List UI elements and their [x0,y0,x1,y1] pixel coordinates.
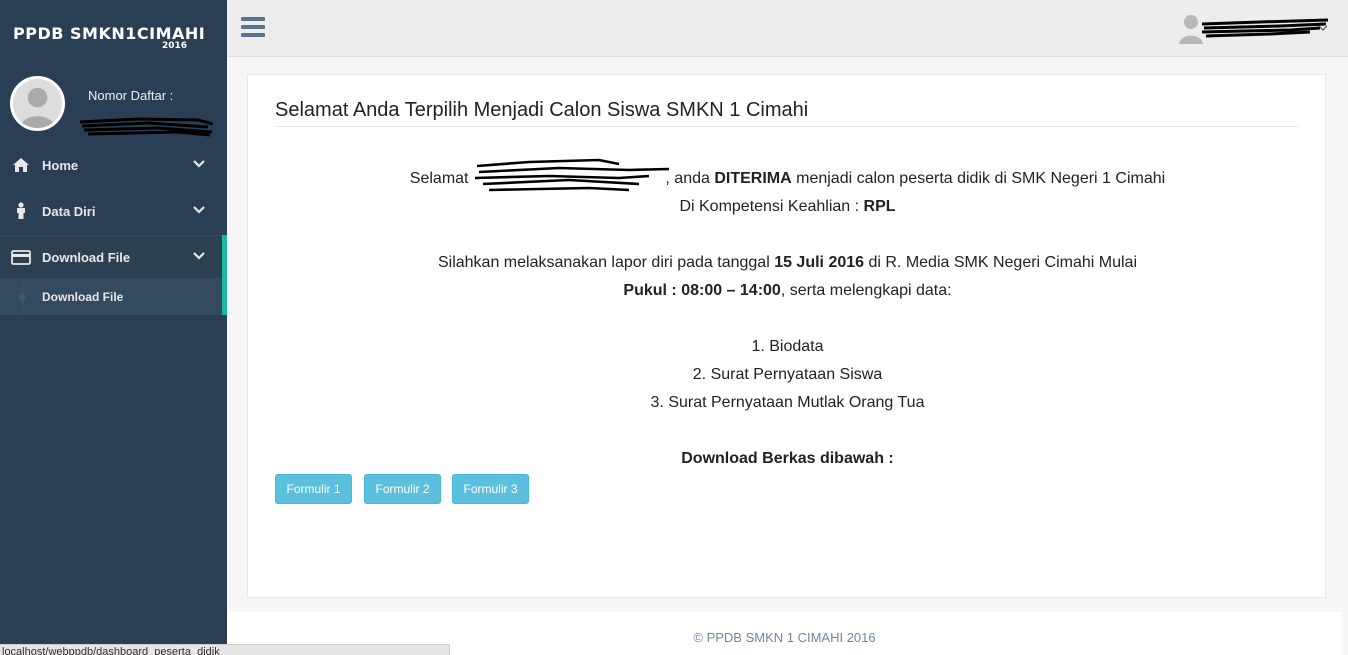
competency-value: RPL [863,198,896,215]
sidebar-item-home[interactable]: Home [0,143,227,187]
text-anda: , anda [665,170,715,188]
report-line: Silahkan melaksanakan lapor diri pada ta… [248,254,1327,272]
download-heading: Download Berkas dibawah : [681,450,894,467]
report-date: 15 Juli 2016 [774,254,865,271]
home-icon [11,156,31,174]
profile-label: Nomor Daftar : [88,88,174,103]
text-accepted-tail: menjadi calon peserta didik di SMK Neger… [791,170,1166,188]
sidebar-item-label: Data Diri [42,203,96,219]
main-panel: Selamat Anda Terpilih Menjadi Calon Sisw… [247,74,1326,598]
submenu-item-download-file[interactable]: Download File [0,278,227,315]
credit-card-icon [11,248,31,266]
top-navbar [227,0,1348,57]
list-item: 1. Biodata [751,338,824,355]
formulir-3-button[interactable]: Formulir 3 [452,474,529,504]
formulir-2-button[interactable]: Formulir 2 [364,474,441,504]
user-silhouette-icon [13,79,62,128]
submenu-item-label: Download File [42,290,124,304]
sidebar-item-label: Home [42,157,79,173]
sidebar-item-download-file[interactable]: Download File [0,235,227,279]
formulir-1-button[interactable]: Formulir 1 [275,474,352,504]
sidebar: PPDB SMKN1CIMAHI 2016 Nomor Daftar : Hom… [0,0,227,655]
user-icon [11,202,31,220]
status-diterima: DITERIMA [714,170,792,188]
brand-year: 2016 [162,41,188,51]
divider [275,126,1299,127]
submenu-bullet [19,294,26,301]
redacted-username [1201,18,1329,38]
report-time: Pukul : 08:00 – 14:00 [623,282,781,299]
acceptance-line: Selamat , anda DITERIMA menjadi calon pe… [248,158,1327,192]
list-item: 2. Surat Pernyataan Siswa [692,366,883,383]
chevron-down-icon [193,206,205,214]
user-profile-dropdown[interactable] [1178,14,1338,44]
chevron-down-icon [193,252,205,260]
menu-toggle-icon[interactable] [241,17,265,37]
competency-line: Di Kompetensi Keahlian : RPL [248,198,1327,216]
report-location: di R. Media SMK Negeri Cimahi Mulai [864,254,1138,271]
page-title: Selamat Anda Terpilih Menjadi Calon Sisw… [275,99,809,121]
sidebar-item-data-diri[interactable]: Data Diri [0,189,227,233]
browser-status-url: localhost/webppdb/dashboard_peserta_didi… [0,644,450,655]
report-text: Silahkan melaksanakan lapor diri pada ta… [437,254,775,271]
avatar [10,76,65,131]
redacted-number [79,117,214,137]
time-line: Pukul : 08:00 – 14:00, serta melengkapi … [248,282,1327,300]
competency-label: Di Kompetensi Keahlian : [679,198,864,215]
chevron-down-icon [193,160,205,168]
chevron-down-icon [1318,25,1328,31]
greeting-text: Selamat [409,170,469,188]
list-item: 3. Surat Pernyataan Mutlak Orang Tua [650,394,925,411]
redacted-name [473,158,669,192]
sidebar-item-label: Download File [42,249,131,265]
report-requirement: , serta melengkapi data: [780,282,952,299]
